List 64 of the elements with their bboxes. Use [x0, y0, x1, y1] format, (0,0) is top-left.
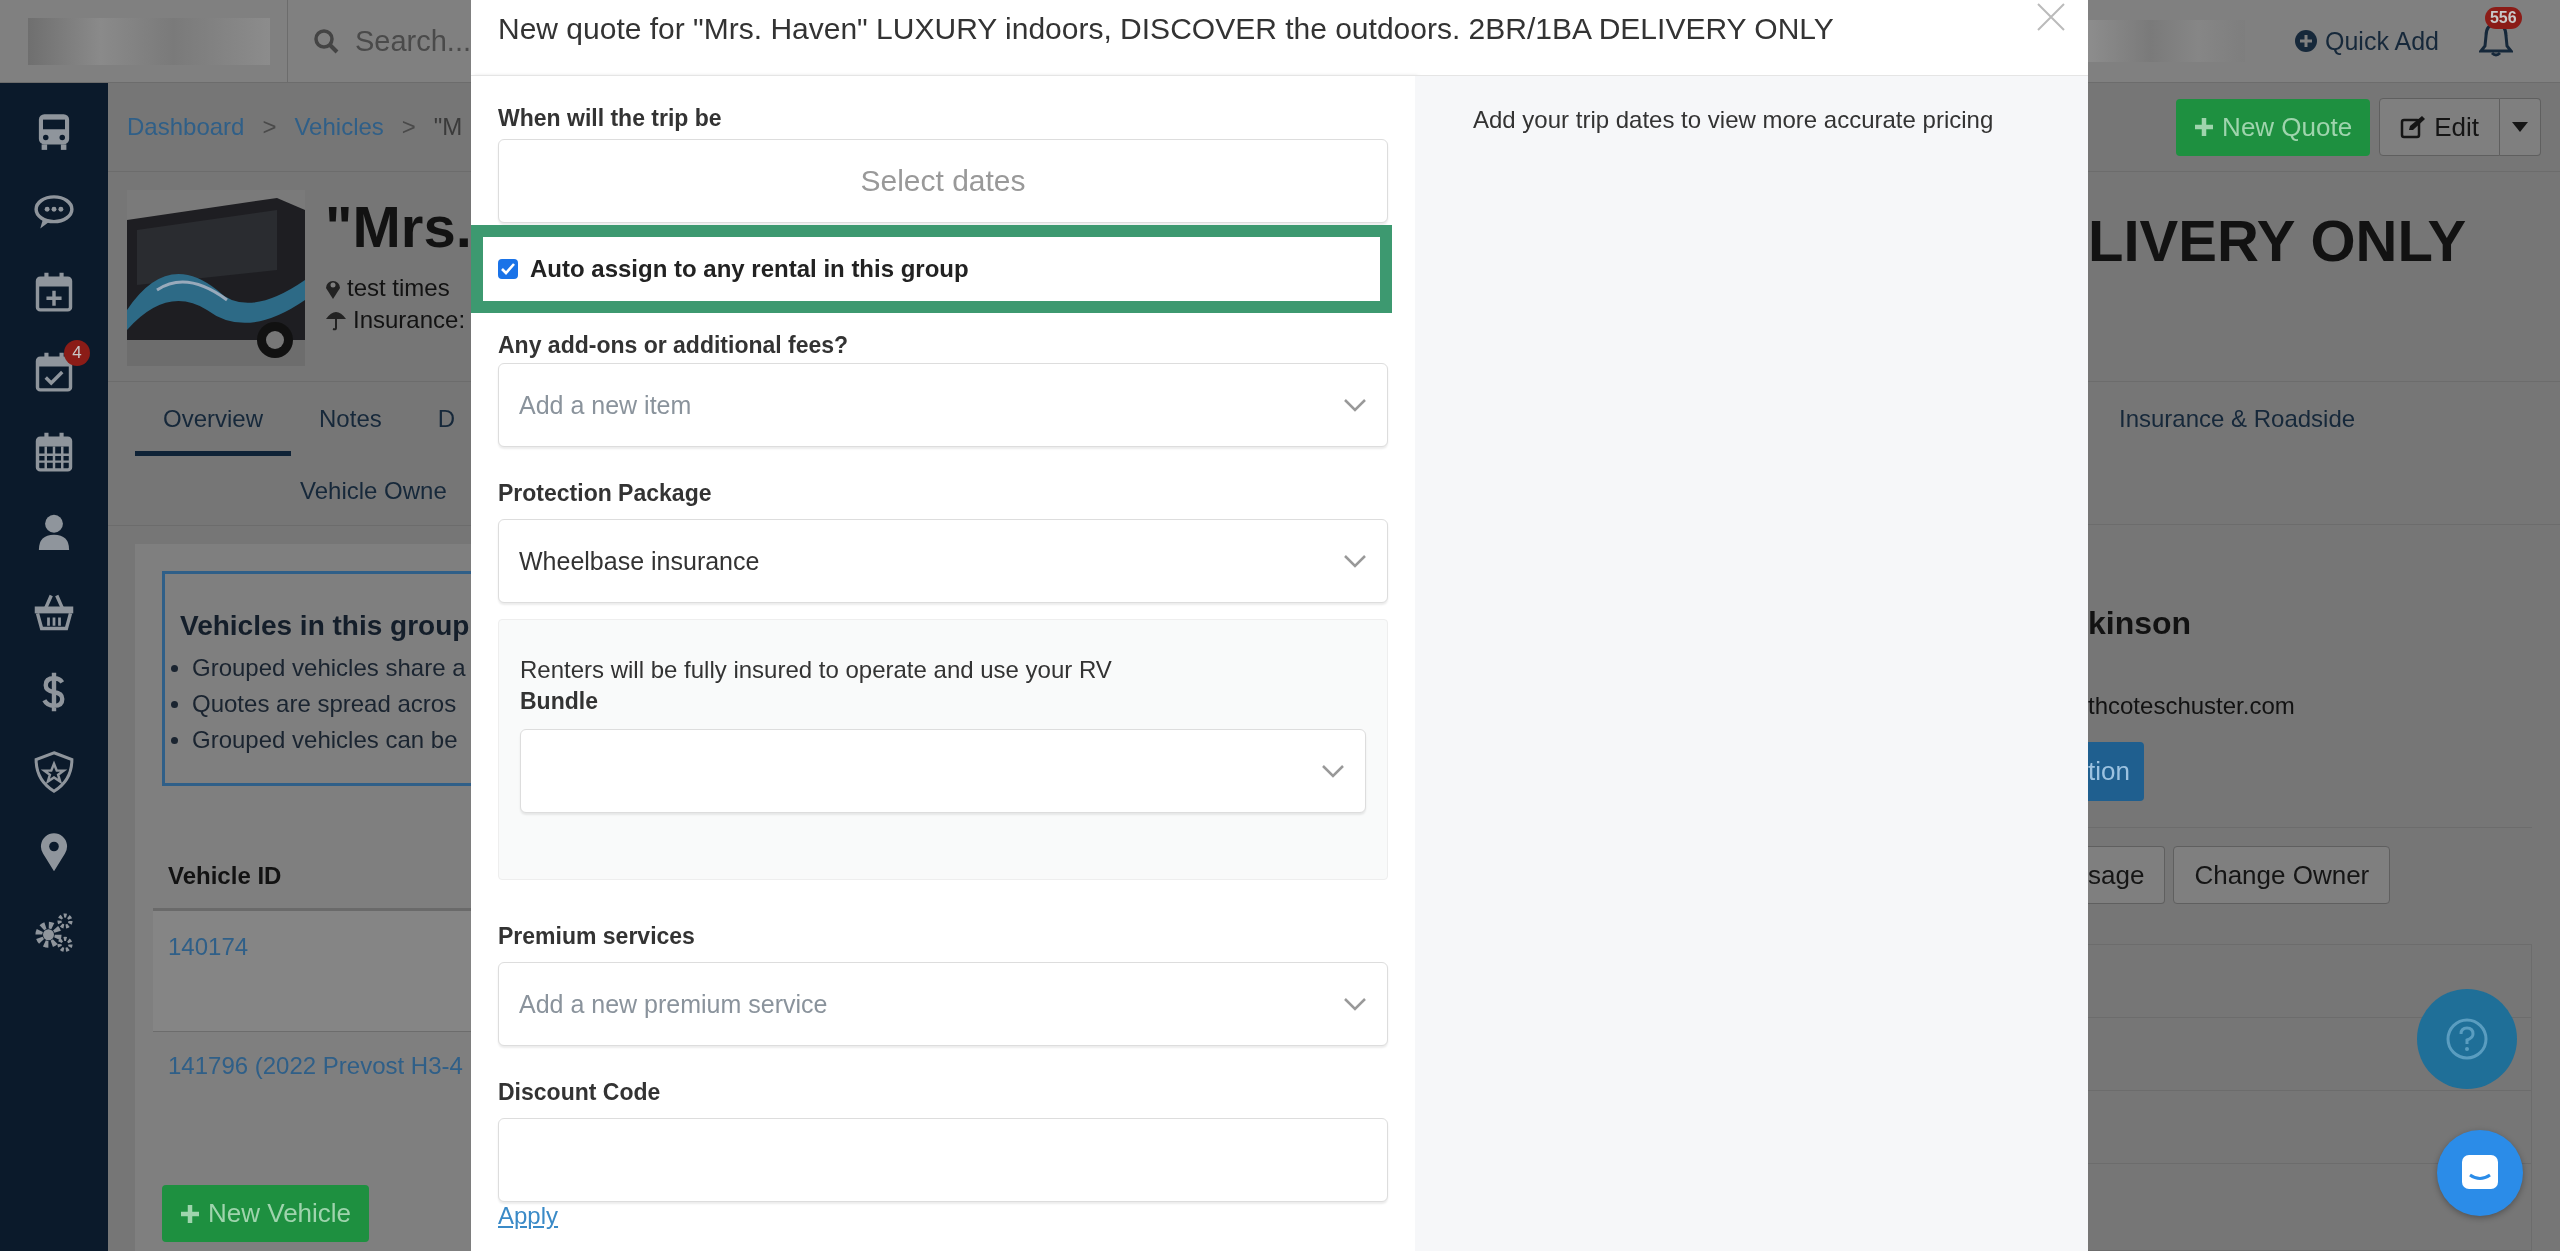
owner-button[interactable]: Change Owner: [2173, 846, 2391, 904]
checkbox[interactable]: [498, 259, 518, 279]
new-vehicle-button[interactable]: New Vehicle: [162, 1185, 370, 1242]
owner-name: kinson: [2088, 605, 2193, 642]
notification-badge: 556: [2484, 7, 2522, 29]
chevron-down-icon: [1343, 997, 1367, 1011]
chat-launcher-button[interactable]: [2437, 1130, 2523, 1216]
plus-circle-icon: [2295, 30, 2317, 52]
new-quote-button[interactable]: New Quote: [2176, 98, 2371, 156]
breadcrumb-separator: >: [401, 113, 416, 141]
tab[interactable]: Insurance & Roadside: [2091, 382, 2384, 456]
apply-link[interactable]: Apply: [471, 1202, 586, 1229]
edit-icon: [2400, 115, 2427, 139]
info-title: Vehicles in this group: [180, 610, 471, 642]
tab[interactable]: Vehicle Owne: [272, 456, 447, 525]
action-button[interactable]: tion: [2088, 742, 2144, 801]
owner-button[interactable]: sage: [2088, 846, 2166, 904]
insurance-text: Insurance:: [353, 306, 466, 334]
quick-add-link[interactable]: Quick Add: [2295, 26, 2439, 56]
select-field[interactable]: [520, 729, 1366, 813]
vehicle-title: LIVERY ONLY: [2088, 172, 2560, 382]
note-text: Renters will be fully insured to operate and use your RV: [520, 656, 1113, 684]
chevron-down-icon: [1343, 554, 1367, 568]
bullet-text: Grouped vehicles share a: [192, 653, 466, 683]
tab[interactable]: D: [409, 382, 471, 456]
bullet-text: Quotes are spread acros: [192, 689, 457, 719]
breadcrumb-separator: >: [262, 113, 277, 141]
field-label: Protection Package: [498, 478, 713, 508]
input-field[interactable]: [498, 1118, 1388, 1202]
bullet-icon: [171, 736, 178, 744]
field-label: Any add-ons or additional fees?: [498, 330, 850, 360]
bullet-icon: [171, 664, 178, 672]
date-field[interactable]: Select dates: [498, 139, 1388, 223]
dropdown-button[interactable]: [2500, 98, 2541, 156]
select-field[interactable]: Add a new premium service: [498, 962, 1388, 1046]
select-field[interactable]: Add a new item: [498, 363, 1388, 447]
vehicle-link[interactable]: 140174: [168, 933, 249, 960]
pricing-note: Add your trip dates to view more accurate pricing: [1473, 106, 1995, 134]
plus-icon: [2194, 117, 2215, 137]
bullet-icon: [171, 700, 178, 708]
tab[interactable]: Notes: [291, 382, 410, 456]
select-field[interactable]: Wheelbase insurance: [498, 519, 1388, 603]
search-icon: [312, 28, 339, 54]
location-text: test times: [347, 274, 450, 302]
caret-icon: [2512, 122, 2528, 132]
question-circle-icon: [2445, 1017, 2489, 1061]
count-badge: 4: [64, 340, 90, 366]
owner-email: thcoteschuster.com: [2088, 692, 2296, 720]
bullet-text: Grouped vehicles can be: [192, 725, 458, 755]
vehicle-title: "Mrs.: [325, 198, 471, 256]
field-label: Premium services: [498, 921, 696, 951]
plus-icon: [180, 1203, 200, 1224]
chevron-down-icon: [1321, 764, 1345, 778]
shield-star-icon[interactable]: [32, 750, 76, 794]
vehicle-link[interactable]: 141796 (2022 Prevost H3-4: [168, 1052, 463, 1079]
field-label: Discount Code: [498, 1077, 662, 1107]
dialog-title: New quote for "Mrs. Haven" LUXURY indoors, DISCOVER the outdoors. 2BR/1BA DELIVERY ONLY: [498, 12, 1834, 46]
tab[interactable]: Overview: [135, 382, 292, 456]
field-label: When will the trip be: [498, 103, 723, 133]
field-label: Bundle: [520, 688, 599, 715]
edit-button[interactable]: Edit: [2379, 98, 2500, 156]
umbrella-icon: [325, 309, 347, 331]
checkbox-label: Auto assign to any rental in this group: [530, 255, 969, 283]
chevron-down-icon: [1343, 398, 1367, 412]
